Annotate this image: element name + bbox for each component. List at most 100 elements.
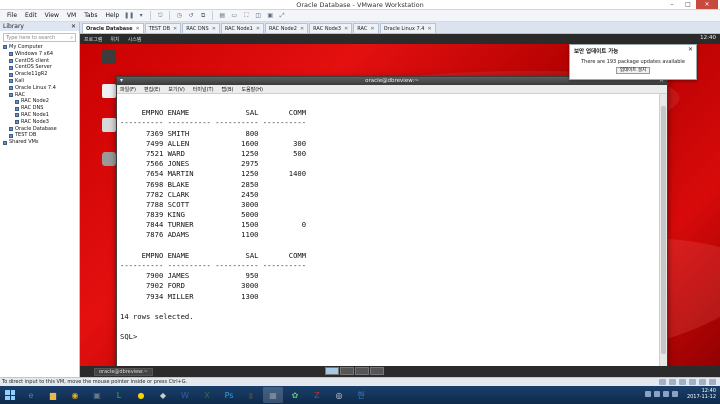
terminal-menu-edit[interactable]: 편집(E) <box>144 86 160 93</box>
library-search-input[interactable]: Type here to search ⌕ <box>3 33 76 42</box>
maximize-button[interactable]: □ <box>680 0 696 9</box>
tree-item[interactable]: RAC Node2 <box>0 98 79 105</box>
tree-item[interactable]: Oracle Database <box>0 126 79 133</box>
line-icon[interactable]: L <box>109 387 129 403</box>
guest-task-terminal[interactable]: oracle@dbreview:~ <box>94 367 153 376</box>
terminal-output[interactable]: EMPNO ENAME SAL COMM ---------- ---------… <box>117 94 661 373</box>
taskbar-clock[interactable]: 12:40 2017-11-12 <box>687 388 716 400</box>
terminal-scrollbar[interactable] <box>659 94 667 373</box>
install-updates-button[interactable]: 업데이트 설치 <box>616 67 650 74</box>
desktop-icon[interactable] <box>94 50 124 65</box>
close-icon[interactable]: ✕ <box>344 26 348 32</box>
close-icon[interactable]: ✕ <box>212 26 216 32</box>
excel-icon[interactable]: X <box>197 387 217 403</box>
vm-tab[interactable]: RAC Node1 ✕ <box>220 23 265 33</box>
full-screen-icon[interactable]: ⛶ <box>241 11 251 20</box>
show-library-icon[interactable]: ▤ <box>217 11 227 20</box>
tree-item[interactable]: RAC DNS <box>0 105 79 112</box>
tree-item[interactable]: CentOS client <box>0 58 79 65</box>
tree-item[interactable]: Windows 7 x64 <box>0 51 79 58</box>
guest-menu-places[interactable]: 위치 <box>110 36 119 43</box>
filezilla-icon[interactable]: Z <box>307 387 327 403</box>
vmware-icon[interactable]: ▣ <box>87 387 107 403</box>
vm-tab[interactable]: RAC ✕ <box>353 23 379 33</box>
network-icon[interactable] <box>679 379 686 385</box>
ie-icon[interactable]: e <box>21 387 41 403</box>
close-icon[interactable]: ✕ <box>427 26 431 32</box>
close-icon[interactable]: ✕ <box>688 46 693 53</box>
tray-icon[interactable] <box>645 391 651 397</box>
tray-icon[interactable] <box>654 391 660 397</box>
terminal-menu-help[interactable]: 도움말(H) <box>241 86 262 93</box>
hangul-icon[interactable]: 한 <box>351 387 371 403</box>
workspace-2[interactable] <box>340 367 354 375</box>
vm-tab[interactable]: Oracle Database ✕ <box>82 23 144 33</box>
unity-icon[interactable]: ◆ <box>153 387 173 403</box>
usb-icon[interactable] <box>689 379 696 385</box>
menu-edit[interactable]: Edit <box>21 12 41 19</box>
tray-icon[interactable] <box>663 391 669 397</box>
pause-icon[interactable]: ❚❚ <box>124 11 134 20</box>
vm-tab[interactable]: RAC Node3 ✕ <box>309 23 353 33</box>
vm-tab[interactable]: RAC DNS ✕ <box>182 23 220 33</box>
display-icon[interactable] <box>709 379 716 385</box>
workspace-1[interactable] <box>325 367 339 375</box>
tree-item[interactable]: Kali <box>0 78 79 85</box>
terminal-menu-tabs[interactable]: 탭(B) <box>222 86 234 93</box>
terminal-window[interactable]: ▾ oracle@dbreview:~ ✕ 파일(F) 편집(E) 보기(V) … <box>116 76 668 374</box>
workspace-4[interactable] <box>370 367 384 375</box>
folder-icon[interactable]: ▆ <box>43 387 63 403</box>
snapshot-manager-icon[interactable]: ⧉ <box>198 11 208 20</box>
menu-tabs[interactable]: Tabs <box>80 12 101 19</box>
tree-item[interactable]: Oracle11gR2 <box>0 71 79 78</box>
vm-tab[interactable]: TEST DB ✕ <box>144 23 182 33</box>
close-icon[interactable]: ✕ <box>370 26 374 32</box>
workspace-3[interactable] <box>355 367 369 375</box>
vm-tab[interactable]: RAC Node2 ✕ <box>265 23 309 33</box>
word-icon[interactable]: W <box>175 387 195 403</box>
terminal-icon[interactable]: ▮ <box>241 387 261 403</box>
dropdown-icon[interactable]: ▾ <box>136 11 146 20</box>
tree-item[interactable]: Oracle Linux 7.4 <box>0 85 79 92</box>
menu-help[interactable]: Help <box>102 12 124 19</box>
revert-snapshot-icon[interactable]: ↺ <box>186 11 196 20</box>
close-icon[interactable]: ✕ <box>136 26 140 32</box>
close-icon[interactable]: ✕ <box>256 26 260 32</box>
sound-icon[interactable] <box>699 379 706 385</box>
console-view-icon[interactable]: ▣ <box>265 11 275 20</box>
menu-file[interactable]: File <box>3 12 21 19</box>
tree-item[interactable]: RAC Node1 <box>0 112 79 119</box>
menu-view[interactable]: View <box>41 12 63 19</box>
tree-item[interactable]: TEST DB <box>0 132 79 139</box>
photoshop-icon[interactable]: Ps <box>219 387 239 403</box>
terminal-menu-file[interactable]: 파일(F) <box>120 86 136 93</box>
tree-item[interactable]: My Computer <box>0 44 79 51</box>
close-icon[interactable]: ✕ <box>71 23 76 30</box>
stretch-guest-icon[interactable]: ⤢ <box>277 11 287 20</box>
tree-item[interactable]: Shared VMs <box>0 139 79 146</box>
kakaotalk-icon[interactable]: ● <box>131 387 151 403</box>
scrollbar-thumb[interactable] <box>661 106 666 354</box>
snapshot-icon[interactable]: ◷ <box>174 11 184 20</box>
tree-item[interactable]: CentOS Server <box>0 64 79 71</box>
close-button[interactable]: ✕ <box>696 0 718 9</box>
terminal-menu-view[interactable]: 보기(V) <box>168 86 185 93</box>
tree-item[interactable]: RAC <box>0 92 79 99</box>
media-icon[interactable]: ◎ <box>329 387 349 403</box>
menu-vm[interactable]: VM <box>63 12 80 19</box>
unity-icon[interactable]: ◫ <box>253 11 263 20</box>
guest-menu-applications[interactable]: 프로그램 <box>84 36 102 43</box>
close-icon[interactable]: ✕ <box>173 26 177 32</box>
photo-icon[interactable]: ✿ <box>285 387 305 403</box>
guest-menu-system[interactable]: 시스템 <box>128 36 142 43</box>
guest-display[interactable]: 프로그램 위치 시스템 12:40 ▾ oracle@dbreview:~ ✕ … <box>80 34 720 377</box>
tray-icon[interactable] <box>672 391 678 397</box>
tree-item[interactable]: RAC Node3 <box>0 119 79 126</box>
start-button[interactable] <box>2 387 18 403</box>
vm-tab[interactable]: Oracle Linux 7.4 ✕ <box>379 23 436 33</box>
cdrom-icon[interactable] <box>669 379 676 385</box>
close-icon[interactable]: ✕ <box>300 26 304 32</box>
vmware-workstation-icon[interactable]: ▦ <box>263 387 283 403</box>
send-ctrl-alt-del-icon[interactable]: ⎋ <box>155 11 165 20</box>
workspace-switcher[interactable] <box>325 367 384 375</box>
